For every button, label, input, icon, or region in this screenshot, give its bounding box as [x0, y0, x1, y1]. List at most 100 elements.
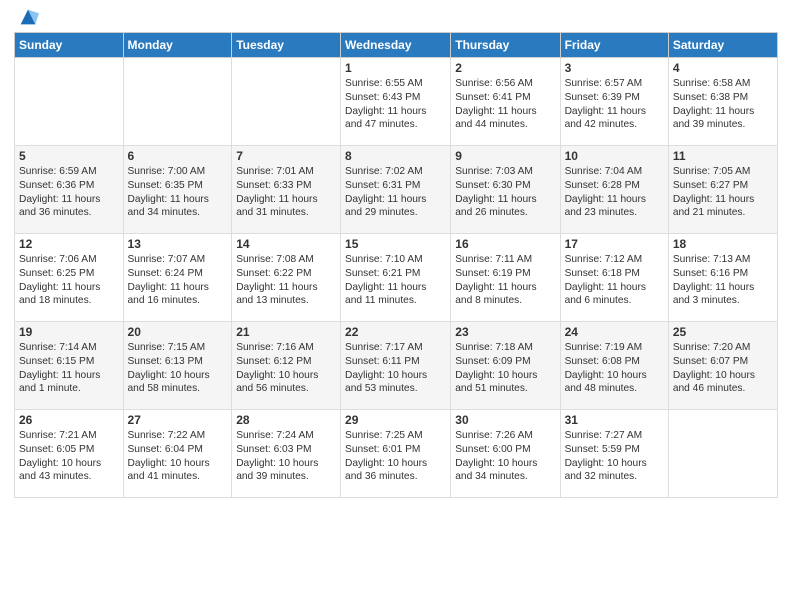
weekday-header-thursday: Thursday: [451, 33, 560, 58]
day-number: 18: [673, 237, 773, 251]
day-number: 20: [128, 325, 228, 339]
calendar-cell: 7 Sunrise: 7:01 AMSunset: 6:33 PMDaylight…: [232, 146, 341, 234]
week-row-3: 12 Sunrise: 7:06 AMSunset: 6:25 PMDayligh…: [15, 234, 778, 322]
day-number: 15: [345, 237, 446, 251]
day-number: 24: [565, 325, 664, 339]
calendar-cell: [15, 58, 124, 146]
day-info: Sunrise: 7:12 AMSunset: 6:18 PMDaylight:…: [565, 253, 664, 308]
day-number: 7: [236, 149, 336, 163]
day-number: 30: [455, 413, 555, 427]
calendar-cell: 27 Sunrise: 7:22 AMSunset: 6:04 PMDayligh…: [123, 410, 232, 498]
day-info: Sunrise: 7:06 AMSunset: 6:25 PMDaylight:…: [19, 253, 119, 308]
calendar-cell: 4 Sunrise: 6:58 AMSunset: 6:38 PMDaylight…: [668, 58, 777, 146]
day-info: Sunrise: 7:14 AMSunset: 6:15 PMDaylight:…: [19, 341, 119, 396]
day-info: Sunrise: 7:13 AMSunset: 6:16 PMDaylight:…: [673, 253, 773, 308]
calendar-cell: 28 Sunrise: 7:24 AMSunset: 6:03 PMDayligh…: [232, 410, 341, 498]
day-info: Sunrise: 7:01 AMSunset: 6:33 PMDaylight:…: [236, 165, 336, 220]
day-number: 11: [673, 149, 773, 163]
calendar-cell: 29 Sunrise: 7:25 AMSunset: 6:01 PMDayligh…: [341, 410, 451, 498]
day-info: Sunrise: 6:58 AMSunset: 6:38 PMDaylight:…: [673, 77, 773, 132]
week-row-2: 5 Sunrise: 6:59 AMSunset: 6:36 PMDaylight…: [15, 146, 778, 234]
day-info: Sunrise: 7:15 AMSunset: 6:13 PMDaylight:…: [128, 341, 228, 396]
week-row-4: 19 Sunrise: 7:14 AMSunset: 6:15 PMDayligh…: [15, 322, 778, 410]
week-row-1: 1 Sunrise: 6:55 AMSunset: 6:43 PMDaylight…: [15, 58, 778, 146]
calendar-cell: 26 Sunrise: 7:21 AMSunset: 6:05 PMDayligh…: [15, 410, 124, 498]
calendar-cell: 2Sunrise: 6:56 AMSunset: 6:41 PMDaylight…: [451, 58, 560, 146]
calendar-cell: 9 Sunrise: 7:03 AMSunset: 6:30 PMDaylight…: [451, 146, 560, 234]
day-info: Sunrise: 7:17 AMSunset: 6:11 PMDaylight:…: [345, 341, 446, 396]
day-info: Sunrise: 7:03 AMSunset: 6:30 PMDaylight:…: [455, 165, 555, 220]
calendar-cell: 22 Sunrise: 7:17 AMSunset: 6:11 PMDayligh…: [341, 322, 451, 410]
day-info: Sunrise: 7:11 AMSunset: 6:19 PMDaylight:…: [455, 253, 555, 308]
day-info: Sunrise: 7:18 AMSunset: 6:09 PMDaylight:…: [455, 341, 555, 396]
calendar-cell: 25 Sunrise: 7:20 AMSunset: 6:07 PMDayligh…: [668, 322, 777, 410]
day-number: 27: [128, 413, 228, 427]
day-info: Sunrise: 7:10 AMSunset: 6:21 PMDaylight:…: [345, 253, 446, 308]
day-info: Sunrise: 7:07 AMSunset: 6:24 PMDaylight:…: [128, 253, 228, 308]
weekday-header-wednesday: Wednesday: [341, 33, 451, 58]
day-info: Sunrise: 7:20 AMSunset: 6:07 PMDaylight:…: [673, 341, 773, 396]
calendar-cell: 23 Sunrise: 7:18 AMSunset: 6:09 PMDayligh…: [451, 322, 560, 410]
day-number: 29: [345, 413, 446, 427]
calendar-cell: 1 Sunrise: 6:55 AMSunset: 6:43 PMDaylight…: [341, 58, 451, 146]
calendar-cell: 19 Sunrise: 7:14 AMSunset: 6:15 PMDayligh…: [15, 322, 124, 410]
day-info: Sunrise: 7:08 AMSunset: 6:22 PMDaylight:…: [236, 253, 336, 308]
day-number: 23: [455, 325, 555, 339]
day-info: Sunrise: 7:05 AMSunset: 6:27 PMDaylight:…: [673, 165, 773, 220]
day-info: Sunrise: 7:00 AMSunset: 6:35 PMDaylight:…: [128, 165, 228, 220]
day-info: Sunrise: 7:22 AMSunset: 6:04 PMDaylight:…: [128, 429, 228, 484]
day-number: 5: [19, 149, 119, 163]
calendar-cell: 11 Sunrise: 7:05 AMSunset: 6:27 PMDayligh…: [668, 146, 777, 234]
day-number: 8: [345, 149, 446, 163]
day-number: 28: [236, 413, 336, 427]
calendar-table: SundayMondayTuesdayWednesdayThursdayFrid…: [14, 32, 778, 498]
day-info: Sunrise: 6:55 AMSunset: 6:43 PMDaylight:…: [345, 77, 446, 132]
weekday-header-row: SundayMondayTuesdayWednesdayThursdayFrid…: [15, 33, 778, 58]
day-number: 12: [19, 237, 119, 251]
calendar-cell: [232, 58, 341, 146]
day-number: 25: [673, 325, 773, 339]
day-number: 31: [565, 413, 664, 427]
page-container: SundayMondayTuesdayWednesdayThursdayFrid…: [0, 0, 792, 506]
day-info: Sunrise: 7:04 AMSunset: 6:28 PMDaylight:…: [565, 165, 664, 220]
calendar-cell: 18 Sunrise: 7:13 AMSunset: 6:16 PMDayligh…: [668, 234, 777, 322]
logo-icon: [17, 6, 39, 28]
weekday-header-saturday: Saturday: [668, 33, 777, 58]
weekday-header-sunday: Sunday: [15, 33, 124, 58]
calendar-cell: 15 Sunrise: 7:10 AMSunset: 6:21 PMDayligh…: [341, 234, 451, 322]
calendar-cell: 24 Sunrise: 7:19 AMSunset: 6:08 PMDayligh…: [560, 322, 668, 410]
day-info: Sunrise: 7:02 AMSunset: 6:31 PMDaylight:…: [345, 165, 446, 220]
day-info: Sunrise: 7:25 AMSunset: 6:01 PMDaylight:…: [345, 429, 446, 484]
calendar-cell: [123, 58, 232, 146]
day-number: 4: [673, 61, 773, 75]
day-info: Sunrise: 7:24 AMSunset: 6:03 PMDaylight:…: [236, 429, 336, 484]
day-number: 13: [128, 237, 228, 251]
day-info: Sunrise: 7:26 AMSunset: 6:00 PMDaylight:…: [455, 429, 555, 484]
day-number: 17: [565, 237, 664, 251]
calendar-cell: 5 Sunrise: 6:59 AMSunset: 6:36 PMDaylight…: [15, 146, 124, 234]
day-number: 16: [455, 237, 555, 251]
day-number: 14: [236, 237, 336, 251]
day-info: Sunrise: 7:21 AMSunset: 6:05 PMDaylight:…: [19, 429, 119, 484]
calendar-cell: 12 Sunrise: 7:06 AMSunset: 6:25 PMDayligh…: [15, 234, 124, 322]
day-number: 26: [19, 413, 119, 427]
calendar-cell: 10 Sunrise: 7:04 AMSunset: 6:28 PMDayligh…: [560, 146, 668, 234]
calendar-cell: 16 Sunrise: 7:11 AMSunset: 6:19 PMDayligh…: [451, 234, 560, 322]
calendar-cell: 8 Sunrise: 7:02 AMSunset: 6:31 PMDaylight…: [341, 146, 451, 234]
day-number: 3: [565, 61, 664, 75]
weekday-header-friday: Friday: [560, 33, 668, 58]
day-info: Sunrise: 7:19 AMSunset: 6:08 PMDaylight:…: [565, 341, 664, 396]
calendar-cell: 31Sunrise: 7:27 AMSunset: 5:59 PMDayligh…: [560, 410, 668, 498]
calendar-cell: 17 Sunrise: 7:12 AMSunset: 6:18 PMDayligh…: [560, 234, 668, 322]
day-number: 9: [455, 149, 555, 163]
day-info: Sunrise: 6:59 AMSunset: 6:36 PMDaylight:…: [19, 165, 119, 220]
day-number: 10: [565, 149, 664, 163]
day-number: 21: [236, 325, 336, 339]
day-number: 19: [19, 325, 119, 339]
calendar-cell: 6 Sunrise: 7:00 AMSunset: 6:35 PMDaylight…: [123, 146, 232, 234]
day-number: 1: [345, 61, 446, 75]
day-number: 6: [128, 149, 228, 163]
day-number: 22: [345, 325, 446, 339]
day-info: Sunrise: 7:16 AMSunset: 6:12 PMDaylight:…: [236, 341, 336, 396]
calendar-cell: 21 Sunrise: 7:16 AMSunset: 6:12 PMDayligh…: [232, 322, 341, 410]
